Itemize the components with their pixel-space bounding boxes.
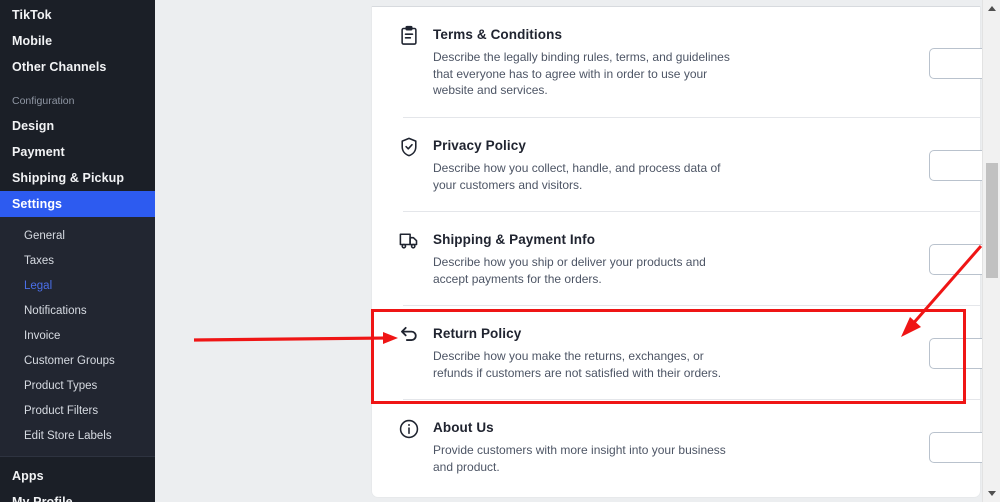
legal-row-text: About Us Provide customers with more ins… — [433, 420, 733, 475]
sidebar-item-mobile[interactable]: Mobile — [0, 28, 155, 54]
legal-row-description: Describe how you ship or deliver your pr… — [433, 255, 706, 286]
scrollbar-thumb[interactable] — [986, 163, 998, 278]
shield-check-icon — [398, 136, 420, 158]
sidebar-subitem-legal[interactable]: Legal — [0, 273, 155, 298]
sidebar-item-settings[interactable]: Settings — [0, 191, 155, 217]
sidebar-item-tiktok[interactable]: TikTok — [0, 2, 155, 28]
sidebar-top-group: TikTok Mobile Other Channels — [0, 2, 155, 80]
sidebar-item-label: Design — [12, 119, 55, 133]
sidebar-config-group: Design Payment Shipping & Pickup — [0, 113, 155, 191]
legal-row-terms-conditions[interactable]: Terms & Conditions Describe the legally … — [372, 7, 1000, 118]
triangle-down-icon — [987, 491, 996, 496]
sidebar-item-apps[interactable]: Apps — [0, 463, 155, 489]
content-area: Terms & Conditions Describe the legally … — [155, 0, 1000, 502]
sidebar-subitem-product-types[interactable]: Product Types — [0, 373, 155, 398]
legal-row-title: Terms & Conditions — [433, 27, 563, 42]
sidebar-settings-submenu: General Taxes Legal Notifications Invoic… — [0, 217, 155, 456]
sidebar-item-my-profile[interactable]: My Profile — [0, 489, 155, 502]
sidebar-subitem-notifications[interactable]: Notifications — [0, 298, 155, 323]
legal-row-title: Shipping & Payment Info — [433, 232, 596, 247]
sidebar-item-label: Other Channels — [12, 60, 107, 74]
legal-row-description: Describe how you collect, handle, and pr… — [433, 161, 721, 192]
sidebar-subitem-label: Notifications — [24, 304, 87, 317]
sidebar-item-shipping-pickup[interactable]: Shipping & Pickup — [0, 165, 155, 191]
legal-row-about-us[interactable]: About Us Provide customers with more ins… — [372, 400, 1000, 490]
legal-row-privacy-policy[interactable]: Privacy Policy Describe how you collect,… — [372, 118, 1000, 212]
clipboard-icon — [398, 25, 420, 47]
sidebar-subitem-label: General — [24, 229, 65, 242]
app-root: TikTok Mobile Other Channels Configurati… — [0, 0, 1000, 502]
legal-row-title: Privacy Policy — [433, 138, 526, 153]
sidebar-item-label: Settings — [12, 197, 63, 211]
sidebar-item-label: Apps — [12, 469, 44, 483]
sidebar-subitem-label: Edit Store Labels — [24, 429, 112, 442]
sidebar-subitem-label: Invoice — [24, 329, 61, 342]
sidebar-bottom-group: Apps My Profile — [0, 457, 155, 502]
sidebar-section-configuration: Configuration — [0, 89, 155, 113]
legal-row-description: Describe how you make the returns, excha… — [433, 349, 722, 380]
return-arrow-icon — [398, 324, 420, 346]
sidebar-subitem-edit-store-labels[interactable]: Edit Store Labels — [0, 423, 155, 448]
triangle-up-icon — [987, 6, 996, 11]
scroll-down-arrow-icon[interactable] — [983, 485, 1000, 502]
sidebar-subitem-customer-groups[interactable]: Customer Groups — [0, 348, 155, 373]
legal-row-title: Return Policy — [433, 326, 522, 341]
legal-row-text: Terms & Conditions Describe the legally … — [433, 27, 733, 99]
sidebar-item-payment[interactable]: Payment — [0, 139, 155, 165]
sidebar-subitem-product-filters[interactable]: Product Filters — [0, 398, 155, 423]
sidebar-subitem-label: Taxes — [24, 254, 55, 267]
legal-row-description: Provide customers with more insight into… — [433, 443, 726, 474]
info-circle-icon — [398, 418, 420, 440]
sidebar-item-label: My Profile — [12, 495, 73, 502]
legal-row-text: Return Policy Describe how you make the … — [433, 326, 733, 381]
sidebar-subitem-label: Customer Groups — [24, 354, 115, 367]
sidebar-item-label: Shipping & Pickup — [12, 171, 125, 185]
truck-icon — [398, 230, 420, 252]
legal-row-text: Shipping & Payment Info Describe how you… — [433, 232, 733, 287]
legal-pages-card: Terms & Conditions Describe the legally … — [372, 7, 1000, 497]
sidebar-subitem-invoice[interactable]: Invoice — [0, 323, 155, 348]
sidebar-item-other-channels[interactable]: Other Channels — [0, 54, 155, 80]
sidebar-item-label: TikTok — [12, 8, 52, 22]
vertical-scrollbar[interactable] — [982, 0, 1000, 502]
sidebar-item-label: Payment — [12, 145, 65, 159]
sidebar-subitem-label: Product Types — [24, 379, 98, 392]
sidebar-item-label: Mobile — [12, 34, 53, 48]
sidebar-subitem-general[interactable]: General — [0, 223, 155, 248]
legal-row-shipping-payment-info[interactable]: Shipping & Payment Info Describe how you… — [372, 212, 1000, 306]
sidebar-subitem-label: Legal — [24, 279, 53, 292]
legal-row-description: Describe the legally binding rules, term… — [433, 50, 730, 97]
sidebar: TikTok Mobile Other Channels Configurati… — [0, 0, 155, 502]
sidebar-section-label: Configuration — [12, 95, 75, 107]
scroll-up-arrow-icon[interactable] — [983, 0, 1000, 17]
sidebar-subitem-taxes[interactable]: Taxes — [0, 248, 155, 273]
legal-row-return-policy[interactable]: Return Policy Describe how you make the … — [372, 306, 1000, 400]
sidebar-item-design[interactable]: Design — [0, 113, 155, 139]
legal-row-text: Privacy Policy Describe how you collect,… — [433, 138, 733, 193]
sidebar-subitem-label: Product Filters — [24, 404, 99, 417]
legal-row-title: About Us — [433, 420, 494, 435]
